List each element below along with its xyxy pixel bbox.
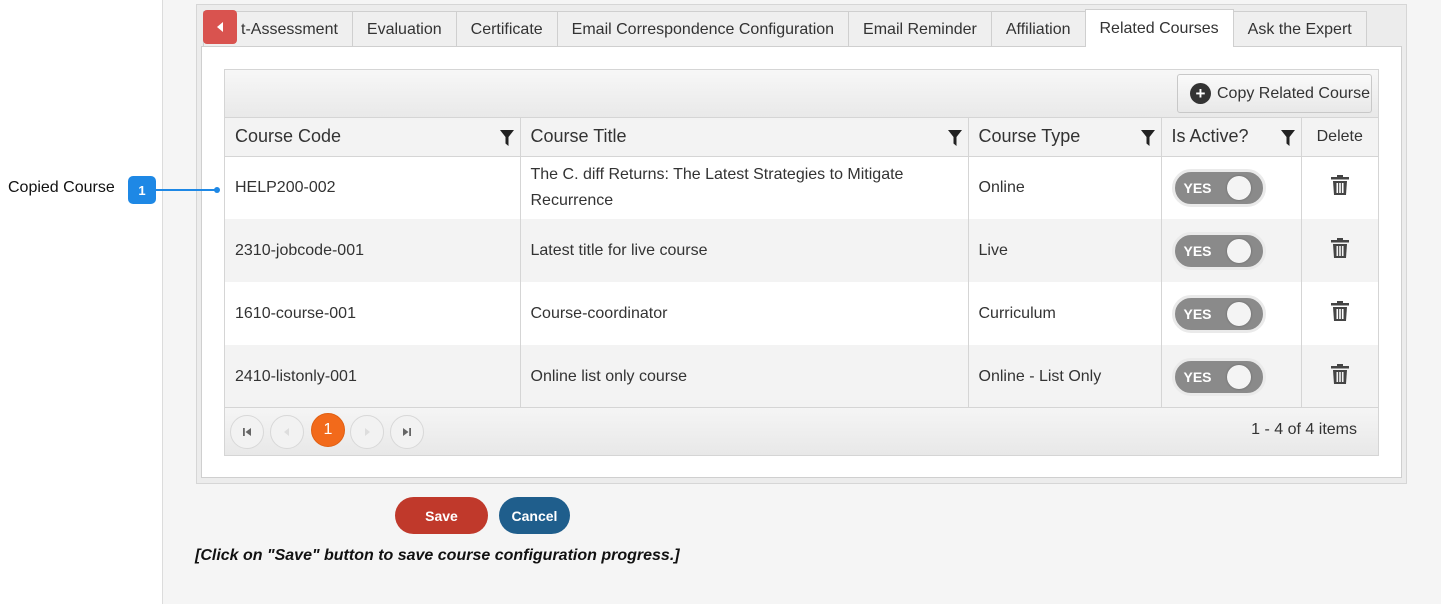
tab-label: Related Courses xyxy=(1099,19,1219,37)
tab-label: t-Assessment xyxy=(241,20,338,38)
trash-icon[interactable] xyxy=(1330,238,1349,258)
course-title-cell: The C. diff Returns: The Latest Strategi… xyxy=(520,156,969,219)
trash-icon[interactable] xyxy=(1330,175,1349,196)
tab-label: Ask the Expert xyxy=(1247,20,1352,38)
column-label: Course Code xyxy=(235,126,342,147)
current-page-number: 1 xyxy=(323,421,333,438)
course-code-cell: 2410-listonly-001 xyxy=(225,345,521,408)
course-title-cell: Course-coordinator xyxy=(520,282,969,345)
table-header-row: Course Code Course Title Course Type Is … xyxy=(225,118,1378,157)
course-type-cell: Live xyxy=(968,219,1162,282)
prev-page-button[interactable] xyxy=(270,415,304,449)
tab-label: Email Reminder xyxy=(863,20,977,38)
active-toggle[interactable]: YES xyxy=(1171,168,1266,207)
tab-certificate[interactable]: Certificate xyxy=(455,11,558,47)
course-code-cell: 1610-course-001 xyxy=(225,282,521,345)
tab-label: Certificate xyxy=(470,20,543,38)
last-page-icon xyxy=(403,428,411,436)
table-row: 2410-listonly-001 Online list only cours… xyxy=(225,345,1378,408)
courses-table: Course Code Course Title Course Type Is … xyxy=(225,118,1378,408)
tab-related-courses[interactable]: Related Courses xyxy=(1084,9,1234,47)
tab-affiliation[interactable]: Affiliation xyxy=(990,11,1086,47)
course-code-cell: 2310-jobcode-001 xyxy=(225,219,521,282)
toggle-knob xyxy=(1226,175,1251,200)
delete-cell xyxy=(1301,156,1378,219)
column-label: Course Title xyxy=(530,126,627,147)
copy-button-label: Copy Related Course xyxy=(1217,84,1370,102)
delete-cell xyxy=(1301,345,1378,408)
callout-dot xyxy=(214,187,220,193)
next-page-button[interactable] xyxy=(350,415,384,449)
course-title-cell: Latest title for live course xyxy=(520,219,969,282)
callout-connector xyxy=(156,189,217,191)
delete-cell xyxy=(1301,219,1378,282)
next-page-icon xyxy=(365,428,370,436)
is-active-cell: YES xyxy=(1161,219,1302,282)
active-toggle[interactable]: YES xyxy=(1171,231,1266,270)
column-label: Is Active? xyxy=(1171,126,1249,147)
tab-email-reminder[interactable]: Email Reminder xyxy=(848,11,992,47)
toggle-label: YES xyxy=(1183,179,1212,196)
toggle-label: YES xyxy=(1183,305,1212,322)
filter-icon[interactable] xyxy=(1280,130,1295,146)
is-active-cell: YES xyxy=(1161,156,1302,219)
first-page-button[interactable] xyxy=(230,415,264,449)
tab-label: Evaluation xyxy=(366,20,442,38)
active-toggle[interactable]: YES xyxy=(1171,294,1266,333)
pager-info: 1 - 4 of 4 items xyxy=(1251,421,1357,438)
column-header-delete: Delete xyxy=(1301,118,1378,157)
caret-left-icon xyxy=(217,22,223,32)
grid-toolbar: + Copy Related Course xyxy=(225,70,1378,118)
column-label: Course Type xyxy=(978,126,1081,147)
tab-label: Affiliation xyxy=(1005,20,1071,38)
tab-ask-the-expert[interactable]: Ask the Expert xyxy=(1232,11,1367,47)
callout-badge: 1 xyxy=(128,176,156,204)
tab-scroll-left-button[interactable] xyxy=(203,10,237,44)
delete-cell xyxy=(1301,282,1378,345)
last-page-button[interactable] xyxy=(390,415,424,449)
is-active-cell: YES xyxy=(1161,345,1302,408)
column-label: Delete xyxy=(1316,127,1363,145)
filter-icon[interactable] xyxy=(1140,130,1155,146)
first-page-icon xyxy=(243,428,251,436)
plus-circle-icon: + xyxy=(1190,83,1211,104)
grid-pager: 1 1 - 4 of 4 items xyxy=(225,407,1378,455)
is-active-cell: YES xyxy=(1161,282,1302,345)
trash-icon[interactable] xyxy=(1330,364,1349,384)
column-header-course-code[interactable]: Course Code xyxy=(225,118,521,157)
tab-label: Email Correspondence Configuration xyxy=(571,20,835,38)
toggle-label: YES xyxy=(1183,242,1212,259)
callout-label: Copied Course xyxy=(8,179,115,196)
table-row: 2310-jobcode-001 Latest title for live c… xyxy=(225,219,1378,282)
trash-icon[interactable] xyxy=(1330,301,1349,321)
related-courses-grid: + Copy Related Course Course Code Course… xyxy=(224,69,1379,456)
course-type-cell: Online xyxy=(968,156,1162,219)
copy-related-course-button[interactable]: + Copy Related Course xyxy=(1177,74,1372,113)
column-header-is-active[interactable]: Is Active? xyxy=(1161,118,1302,157)
prev-page-icon xyxy=(284,428,289,436)
active-toggle[interactable]: YES xyxy=(1171,357,1266,396)
course-type-cell: Curriculum xyxy=(968,282,1162,345)
course-code-cell: HELP200-002 xyxy=(225,156,521,219)
column-header-course-type[interactable]: Course Type xyxy=(968,118,1162,157)
tab-strip: t-Assessment Evaluation Certificate Emai… xyxy=(203,9,1403,47)
toggle-label: YES xyxy=(1183,368,1212,385)
tab-evaluation[interactable]: Evaluation xyxy=(351,11,457,47)
toggle-knob xyxy=(1226,238,1251,263)
cancel-button[interactable]: Cancel xyxy=(499,497,570,534)
table-row: HELP200-002 The C. diff Returns: The Lat… xyxy=(225,156,1378,219)
page-1-button[interactable]: 1 xyxy=(311,413,345,447)
course-type-cell: Online - List Only xyxy=(968,345,1162,408)
column-header-course-title[interactable]: Course Title xyxy=(520,118,969,157)
filter-icon[interactable] xyxy=(499,130,514,146)
filter-icon[interactable] xyxy=(947,130,962,146)
toggle-knob xyxy=(1226,301,1251,326)
course-title-cell: Online list only course xyxy=(520,345,969,408)
table-row: 1610-course-001 Course-coordinator Curri… xyxy=(225,282,1378,345)
toggle-knob xyxy=(1226,364,1251,389)
tab-email-correspondence[interactable]: Email Correspondence Configuration xyxy=(556,11,850,47)
save-button[interactable]: Save xyxy=(395,497,488,534)
save-instruction-note: [Click on "Save" button to save course c… xyxy=(195,547,680,564)
